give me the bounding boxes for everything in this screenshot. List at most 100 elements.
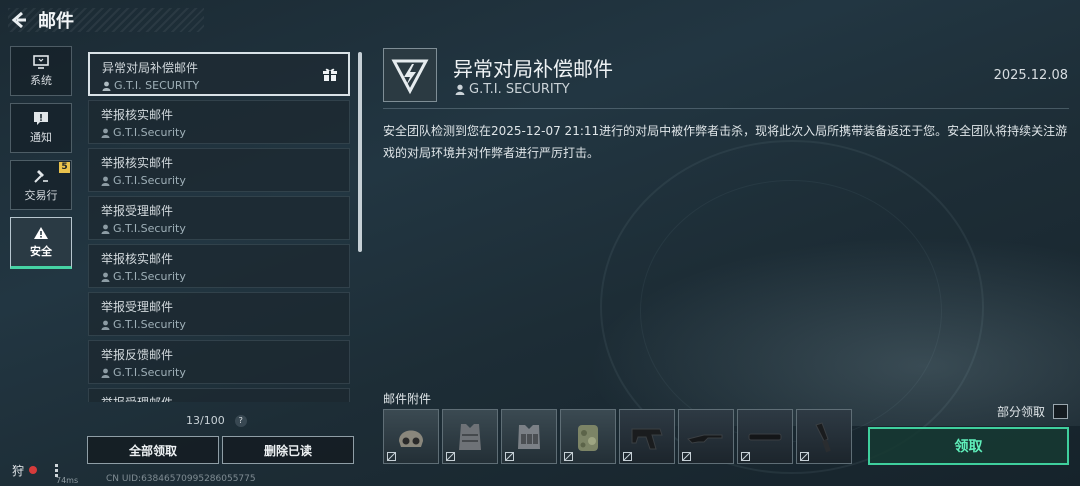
mail-sender-name: G.T.I.Security xyxy=(113,222,186,235)
mail-sender: G.T.I. SECURITY xyxy=(102,79,336,92)
detail-divider xyxy=(383,108,1069,109)
mail-sender-name: G.T.I.Security xyxy=(113,366,186,379)
mail-list-item[interactable]: 举报核实邮件 G.T.I.Security xyxy=(88,244,350,288)
mail-detail-body: 安全团队检测到您在2025-12-07 21:11进行的对局中被作弊者击杀，现将… xyxy=(383,124,1068,160)
no-trade-icon xyxy=(505,452,514,461)
camo-backpack-icon xyxy=(578,424,598,451)
mail-title: 举报核实邮件 xyxy=(101,108,174,122)
sidebar-item-trading[interactable]: 5 交易行 xyxy=(10,160,72,210)
no-trade-icon xyxy=(446,452,455,461)
sidebar-item-system[interactable]: 系统 xyxy=(10,46,72,96)
page-header: 邮件 xyxy=(8,8,204,32)
attachment-item[interactable] xyxy=(560,409,616,464)
mail-title: 举报核实邮件 xyxy=(101,252,174,266)
mail-sender-name: G.T.I.Security xyxy=(113,270,186,283)
mail-title: 举报受理邮件 xyxy=(101,394,337,402)
person-icon xyxy=(101,176,110,186)
mail-list-item[interactable]: 异常对局补偿邮件 G.T.I. SECURITY xyxy=(88,52,350,96)
no-trade-icon xyxy=(682,452,691,461)
body-armor-icon xyxy=(459,423,481,450)
mail-count-text: 13/100 xyxy=(186,414,225,427)
partial-claim-checkbox[interactable] xyxy=(1053,404,1068,419)
hunter-label: 狩 xyxy=(12,463,25,478)
no-trade-icon xyxy=(387,452,396,461)
suppressor-icon xyxy=(748,433,782,440)
mail-title: 举报受理邮件 xyxy=(101,300,174,314)
gift-icon xyxy=(322,67,338,86)
mail-sender: G.T.I.Security xyxy=(101,222,337,235)
sidebar-item-label: 通知 xyxy=(30,131,52,144)
chest-rig-icon xyxy=(518,424,540,449)
back-arrow-icon[interactable] xyxy=(8,8,30,32)
background-mountain xyxy=(560,226,1080,426)
mail-list-item[interactable]: 举报反馈邮件 G.T.I.Security xyxy=(88,340,350,384)
partial-claim-label: 部分领取 xyxy=(996,405,1045,419)
mail-list-item[interactable]: 举报受理邮件 G.T.I.Security xyxy=(88,292,350,336)
person-icon xyxy=(102,81,111,91)
mail-list-scrollbar[interactable] xyxy=(358,52,362,252)
person-icon xyxy=(101,128,110,138)
sidebar-item-security[interactable]: 安全 xyxy=(10,217,72,269)
mail-sender-name: G.T.I.Security xyxy=(113,126,186,139)
attachment-item[interactable] xyxy=(796,409,852,464)
no-trade-icon xyxy=(741,452,750,461)
rifle-icon xyxy=(687,434,723,444)
alert-message-icon xyxy=(34,112,48,125)
mail-title: 举报受理邮件 xyxy=(101,204,174,218)
person-icon xyxy=(101,320,110,330)
sidebar-item-notice[interactable]: 通知 xyxy=(10,103,72,153)
security-logo-icon xyxy=(391,59,429,95)
record-indicator-icon xyxy=(29,466,38,474)
sidebar-item-label: 系统 xyxy=(30,73,52,87)
mail-detail-sender: G.T.I. SECURITY xyxy=(455,82,570,97)
mail-detail-sender-name: G.T.I. SECURITY xyxy=(469,82,570,97)
attachment-item[interactable] xyxy=(383,409,439,464)
mail-list-item[interactable]: 举报核实邮件 G.T.I.Security xyxy=(88,100,350,144)
knife-icon xyxy=(815,421,831,452)
mail-sender: G.T.I.Security xyxy=(101,270,337,283)
mail-sender: G.T.I.Security xyxy=(101,366,337,379)
no-trade-icon xyxy=(623,452,632,461)
ping-value: 74ms xyxy=(56,476,79,485)
no-trade-icon xyxy=(564,452,573,461)
mail-detail-date: 2025.12.08 xyxy=(993,68,1068,83)
mail-sender: G.T.I.Security xyxy=(101,174,337,187)
more-menu-icon[interactable] xyxy=(55,463,59,477)
mail-sender: G.T.I.Security xyxy=(101,126,337,139)
user-uid: CN UID:63846570995286055775 xyxy=(106,474,256,484)
attachment-item[interactable] xyxy=(737,409,793,464)
monitor-icon xyxy=(33,54,49,69)
attachment-item[interactable] xyxy=(619,409,675,464)
sender-logo xyxy=(383,48,437,102)
partial-claim-toggle[interactable]: 部分领取 xyxy=(997,403,1068,420)
attachments-label: 邮件附件 xyxy=(383,392,432,406)
attachment-item[interactable] xyxy=(501,409,557,464)
mail-sender: G.T.I.Security xyxy=(101,318,337,331)
mail-list-item[interactable]: 举报受理邮件 G.T.I.Security xyxy=(88,196,350,240)
mail-sender-name: G.T.I.Security xyxy=(113,318,186,331)
mail-sender-name: G.T.I. SECURITY xyxy=(114,79,200,92)
claim-button[interactable]: 领取 xyxy=(868,427,1069,465)
sidebar-item-label: 交易行 xyxy=(24,188,58,202)
attachment-item[interactable] xyxy=(442,409,498,464)
attachment-item[interactable] xyxy=(678,409,734,464)
help-icon[interactable]: ? xyxy=(234,414,247,427)
claim-all-button[interactable]: 全部领取 xyxy=(87,436,219,464)
delete-read-button[interactable]: 删除已读 xyxy=(222,436,354,464)
mail-title: 举报反馈邮件 xyxy=(101,348,174,362)
warning-icon xyxy=(34,226,48,239)
person-icon xyxy=(101,368,110,378)
mail-list-item[interactable]: 举报受理邮件 xyxy=(88,388,350,402)
mail-detail-title: 异常对局补偿邮件 xyxy=(453,57,613,81)
mail-sender-name: G.T.I.Security xyxy=(113,174,186,187)
category-sidebar: 系统 通知 5 交易行 安全 xyxy=(10,46,72,276)
mail-title: 举报核实邮件 xyxy=(101,156,174,170)
mail-list-item[interactable]: 举报核实邮件 G.T.I.Security xyxy=(88,148,350,192)
mail-title: 异常对局补偿邮件 xyxy=(102,61,199,75)
hammer-icon xyxy=(34,169,48,183)
attachments-row xyxy=(383,409,852,464)
mail-count: 13/100 ? xyxy=(186,414,247,427)
unread-badge: 5 xyxy=(59,162,70,173)
sidebar-item-label: 安全 xyxy=(30,244,52,258)
mail-list: 异常对局补偿邮件 G.T.I. SECURITY 举报核实邮件 G.T.I.Se… xyxy=(88,52,352,402)
